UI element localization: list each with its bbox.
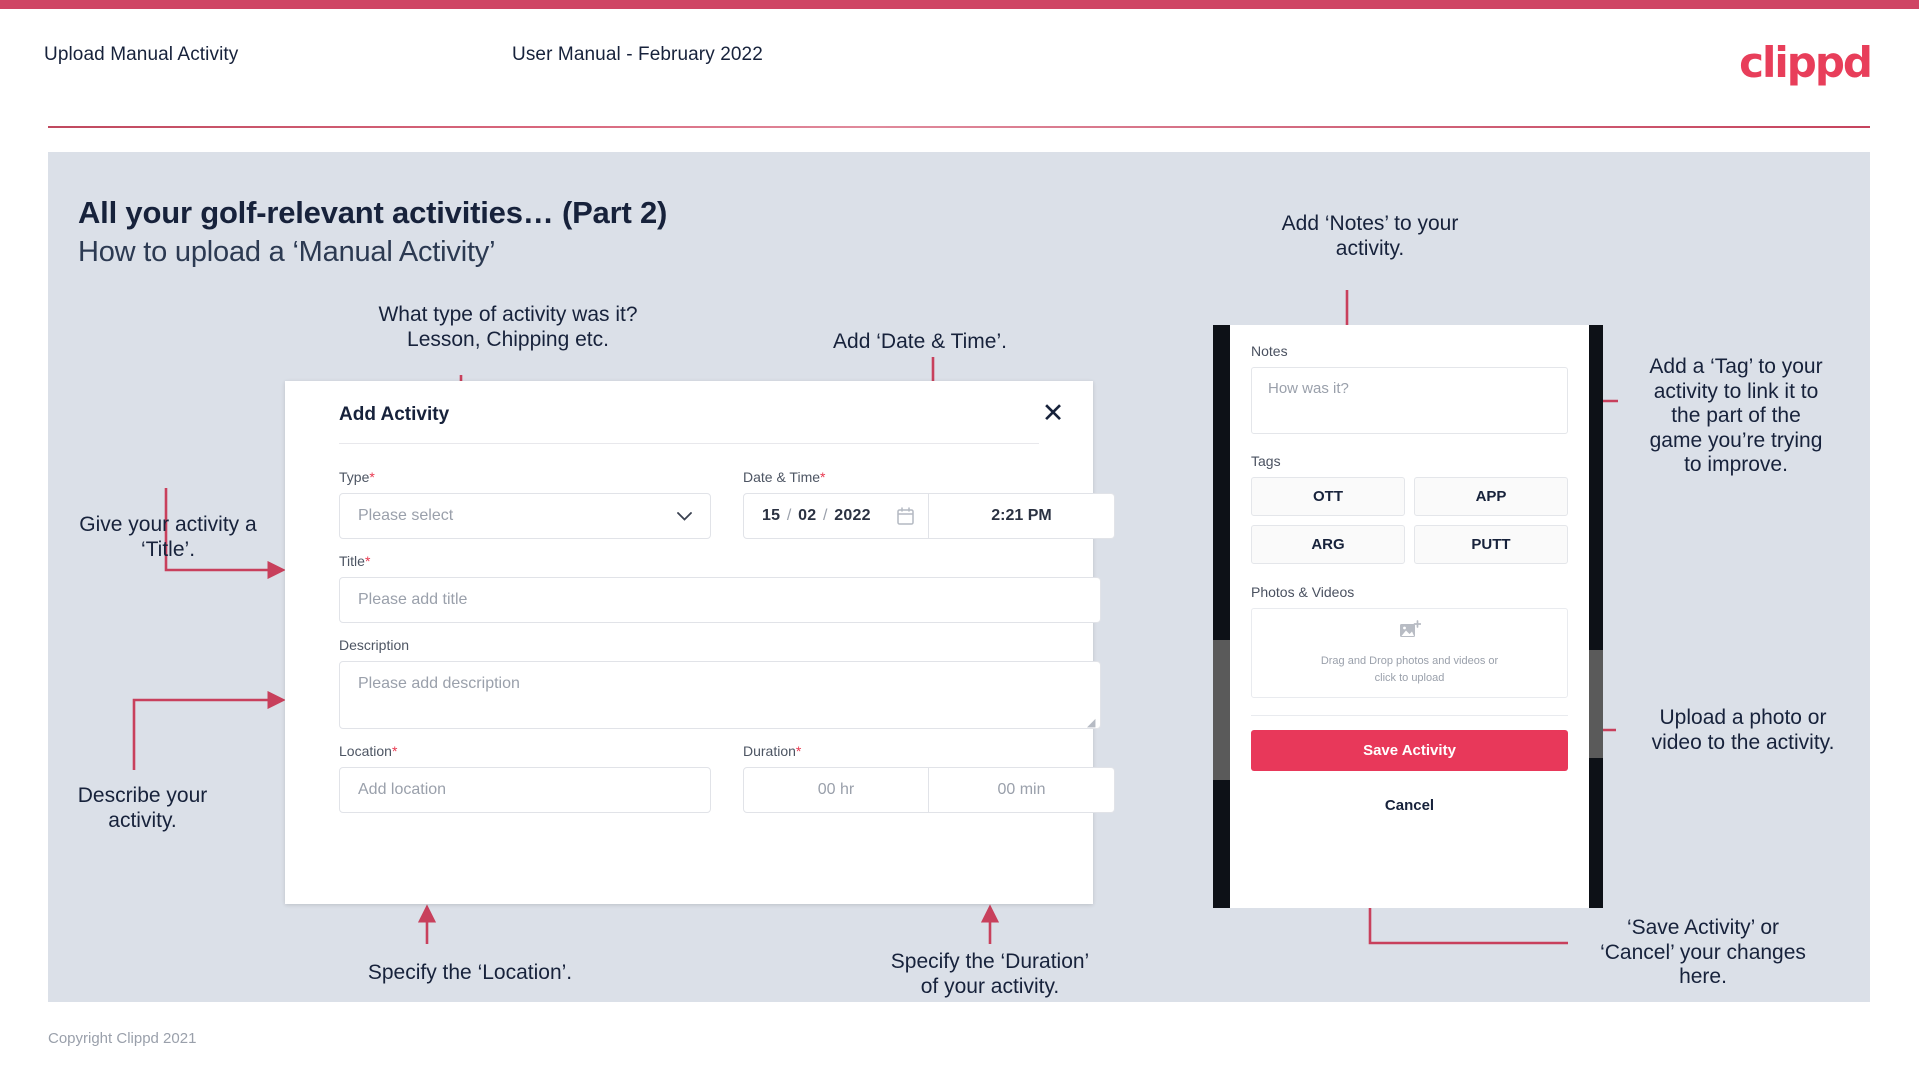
annotation-type: What type of activity was it? Lesson, Ch… bbox=[378, 303, 638, 351]
save-activity-button[interactable]: Save Activity bbox=[1251, 730, 1568, 771]
label-photos-videos: Photos & Videos bbox=[1251, 584, 1355, 600]
tag-button-putt[interactable]: PUTT bbox=[1414, 525, 1568, 564]
tags-grid: OTT APP ARG PUTT bbox=[1251, 477, 1568, 564]
tag-button-app[interactable]: APP bbox=[1414, 477, 1568, 516]
annotation-upload: Upload a photo or video to the activity. bbox=[1651, 706, 1835, 754]
label-notes: Notes bbox=[1251, 343, 1288, 359]
power-button bbox=[1589, 650, 1603, 758]
chevron-down-icon bbox=[677, 507, 692, 525]
field-title: Title* Please add title bbox=[339, 553, 1101, 623]
dialog-title: Add Activity bbox=[339, 404, 450, 425]
tag-button-ott[interactable]: OTT bbox=[1251, 477, 1405, 516]
device-bezel-right bbox=[1589, 325, 1603, 908]
label-title: Title* bbox=[339, 553, 371, 569]
clippd-logo: clippd bbox=[1739, 38, 1873, 87]
annotation-save-cancel: ‘Save Activity’ or ‘Cancel’ your changes… bbox=[1600, 916, 1806, 989]
title-input[interactable]: Please add title bbox=[339, 577, 1101, 623]
label-location: Location* bbox=[339, 743, 398, 759]
photo-upload-dropzone[interactable]: Drag and Drop photos and videos or click… bbox=[1251, 608, 1568, 698]
duration-minutes-input[interactable]: 00 min bbox=[929, 767, 1115, 813]
date-value: 15 / 02 / 2022 bbox=[762, 507, 871, 524]
location-input[interactable]: Add location bbox=[339, 767, 711, 813]
time-input[interactable]: 2:21 PM bbox=[929, 493, 1115, 539]
description-placeholder: Please add description bbox=[358, 675, 520, 692]
notes-textarea[interactable]: How was it? bbox=[1251, 367, 1568, 434]
annotation-notes: Add ‘Notes’ to your activity. bbox=[1281, 212, 1459, 260]
add-image-icon bbox=[1399, 620, 1421, 645]
calendar-icon[interactable] bbox=[897, 507, 914, 525]
volume-button bbox=[1213, 640, 1230, 780]
slide-title: All your golf-relevant activities… (Part… bbox=[78, 195, 668, 230]
row-type-datetime: Type* Please select Date & Time* 15 / 02… bbox=[339, 469, 1115, 539]
field-location: Location* Add location bbox=[339, 743, 711, 813]
required-marker: * bbox=[369, 469, 375, 485]
field-date-time: Date & Time* 15 / 02 / 2022 2:21 PM bbox=[743, 469, 1115, 539]
annotation-tag: Add a ‘Tag’ to your activity to link it … bbox=[1649, 355, 1823, 477]
duration-minutes-placeholder: 00 min bbox=[997, 781, 1046, 798]
cancel-button[interactable]: Cancel bbox=[1251, 797, 1568, 814]
duration-hours-input[interactable]: 00 hr bbox=[743, 767, 929, 813]
type-select[interactable]: Please select bbox=[339, 493, 711, 539]
dialog-divider bbox=[339, 443, 1039, 444]
location-placeholder: Add location bbox=[358, 781, 447, 798]
tag-button-arg[interactable]: ARG bbox=[1251, 525, 1405, 564]
date-input[interactable]: 15 / 02 / 2022 bbox=[743, 493, 929, 539]
slide-subtitle: How to upload a ‘Manual Activity’ bbox=[78, 236, 496, 268]
dialog-header: Add Activity ✕ bbox=[285, 381, 1093, 443]
annotation-date-time: Add ‘Date & Time’. bbox=[833, 330, 1007, 353]
duration-hours-placeholder: 00 hr bbox=[817, 781, 855, 798]
page-subtitle: User Manual - February 2022 bbox=[512, 44, 763, 65]
label-description: Description bbox=[339, 637, 410, 653]
duration-group: 00 hr 00 min bbox=[743, 767, 1115, 813]
type-placeholder: Please select bbox=[358, 507, 454, 524]
date-time-group: 15 / 02 / 2022 2:21 PM bbox=[743, 493, 1115, 539]
field-description: Description Please add description ◢ bbox=[339, 637, 1101, 729]
mobile-screen: Notes How was it? Tags OTT APP ARG PUTT … bbox=[1230, 325, 1589, 908]
required-marker: * bbox=[795, 743, 802, 759]
phone-divider bbox=[1251, 715, 1568, 716]
required-marker: * bbox=[391, 743, 398, 759]
description-textarea[interactable]: Please add description ◢ bbox=[339, 661, 1101, 729]
required-marker: * bbox=[820, 469, 826, 485]
close-icon[interactable]: ✕ bbox=[1035, 395, 1071, 431]
field-duration: Duration* 00 hr 00 min bbox=[743, 743, 1115, 813]
top-accent-bar bbox=[0, 0, 1919, 9]
row-title: Title* Please add title bbox=[339, 553, 1101, 623]
add-activity-dialog: Add Activity ✕ Type* Please select Date … bbox=[285, 381, 1115, 904]
label-date-time: Date & Time* bbox=[743, 469, 826, 485]
slide-root: Upload Manual Activity User Manual - Feb… bbox=[0, 0, 1919, 1079]
footer-copyright: Copyright Clippd 2021 bbox=[48, 1030, 197, 1047]
required-marker: * bbox=[364, 553, 371, 569]
label-type: Type* bbox=[339, 469, 375, 485]
device-bezel-left bbox=[1213, 325, 1230, 908]
field-type: Type* Please select bbox=[339, 469, 711, 539]
annotation-description: Describe your activity. bbox=[77, 784, 208, 832]
dropzone-text: Drag and Drop photos and videos or click… bbox=[1320, 655, 1499, 684]
time-value: 2:21 PM bbox=[991, 507, 1052, 524]
annotation-title: Give your activity a ‘Title’. bbox=[79, 513, 257, 561]
annotation-location: Specify the ‘Location’. bbox=[367, 961, 573, 984]
label-tags: Tags bbox=[1251, 453, 1281, 469]
title-placeholder: Please add title bbox=[358, 591, 468, 608]
resize-handle-icon[interactable]: ◢ bbox=[1087, 716, 1097, 729]
mobile-device-mock: Notes How was it? Tags OTT APP ARG PUTT … bbox=[1213, 325, 1603, 908]
row-description: Description Please add description ◢ bbox=[339, 637, 1101, 729]
row-location-duration: Location* Add location Duration* 00 hr 0… bbox=[339, 743, 1115, 813]
annotation-duration: Specify the ‘Duration’ of your activity. bbox=[890, 950, 1090, 998]
header-divider bbox=[48, 126, 1870, 128]
page-title: Upload Manual Activity bbox=[44, 44, 239, 65]
label-duration: Duration* bbox=[743, 743, 802, 759]
